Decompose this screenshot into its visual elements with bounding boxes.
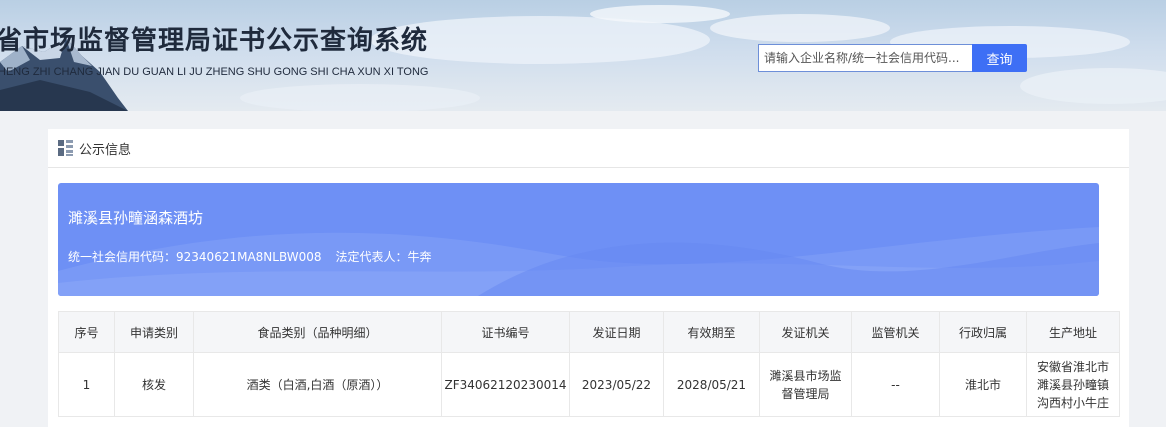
col-header-cert-number: 证书编号	[441, 311, 570, 353]
legal-rep-label: 法定代表人：	[335, 250, 408, 264]
search-bar: 查询	[758, 44, 1027, 72]
search-button[interactable]: 查询	[972, 44, 1027, 72]
cell-supervising-authority: --	[851, 352, 940, 417]
legal-rep-value: 牛奔	[407, 250, 432, 264]
certificate-table: 序号 申请类别 食品类别（品种明细） 证书编号 发证日期 有效期至 发证机关 监…	[58, 311, 1120, 417]
cell-valid-until: 2028/05/21	[663, 352, 760, 417]
cell-issue-date: 2023/05/22	[569, 352, 664, 417]
col-header-issue-date: 发证日期	[569, 311, 664, 353]
cell-admin-region: 淮北市	[939, 352, 1027, 417]
col-header-valid-until: 有效期至	[663, 311, 760, 353]
table-row: 1 核发 酒类（白酒,白酒（原酒）） ZF34062120230014 2023…	[58, 352, 1120, 417]
cell-apply-type: 核发	[114, 352, 194, 417]
site-title: 省市场监督管理局证书公示查询系统	[0, 26, 429, 56]
cell-index: 1	[58, 352, 115, 417]
company-info-panel: 濉溪县孙疃涵森酒坊 统一社会信用代码：92340621MA8NLBW008 法定代…	[58, 183, 1099, 296]
col-header-index: 序号	[58, 311, 115, 353]
card-header: 公示信息	[48, 129, 1129, 168]
header-banner: 省市场监督管理局证书公示查询系统 HENG ZHI CHANG JIAN DU …	[0, 0, 1166, 111]
col-header-admin-region: 行政归属	[939, 311, 1027, 353]
site-subtitle-pinyin: HENG ZHI CHANG JIAN DU GUAN LI JU ZHENG …	[0, 66, 429, 78]
col-header-production-address: 生产地址	[1026, 311, 1120, 353]
col-header-issuing-authority: 发证机关	[759, 311, 852, 353]
col-header-food-category: 食品类别（品种明细）	[193, 311, 442, 353]
credit-code-value: 92340621MA8NLBW008	[176, 250, 322, 264]
company-name: 濉溪县孙疃涵森酒坊	[68, 209, 204, 227]
cell-production-address: 安徽省淮北市濉溪县孙疃镇沟西村小牛庄	[1026, 352, 1120, 417]
col-header-supervising-authority: 监管机关	[851, 311, 940, 353]
section-title: 公示信息	[79, 142, 132, 158]
col-header-apply-type: 申请类别	[114, 311, 194, 353]
company-meta: 统一社会信用代码：92340621MA8NLBW008 法定代表人：牛奔	[68, 248, 432, 265]
cell-issuing-authority: 濉溪县市场监督管理局	[759, 352, 852, 417]
cell-food-category: 酒类（白酒,白酒（原酒））	[193, 352, 442, 417]
wave-decoration	[58, 227, 1099, 296]
public-info-card: 公示信息 濉溪县孙疃涵森酒坊 统一社会信用代码：92340621MA8NLBW0…	[48, 129, 1129, 427]
table-header-row: 序号 申请类别 食品类别（品种明细） 证书编号 发证日期 有效期至 发证机关 监…	[58, 311, 1120, 353]
credit-code-label: 统一社会信用代码：	[68, 250, 177, 264]
grid-list-icon	[58, 140, 73, 156]
cell-cert-number: ZF34062120230014	[441, 352, 570, 417]
search-input[interactable]	[758, 44, 972, 72]
